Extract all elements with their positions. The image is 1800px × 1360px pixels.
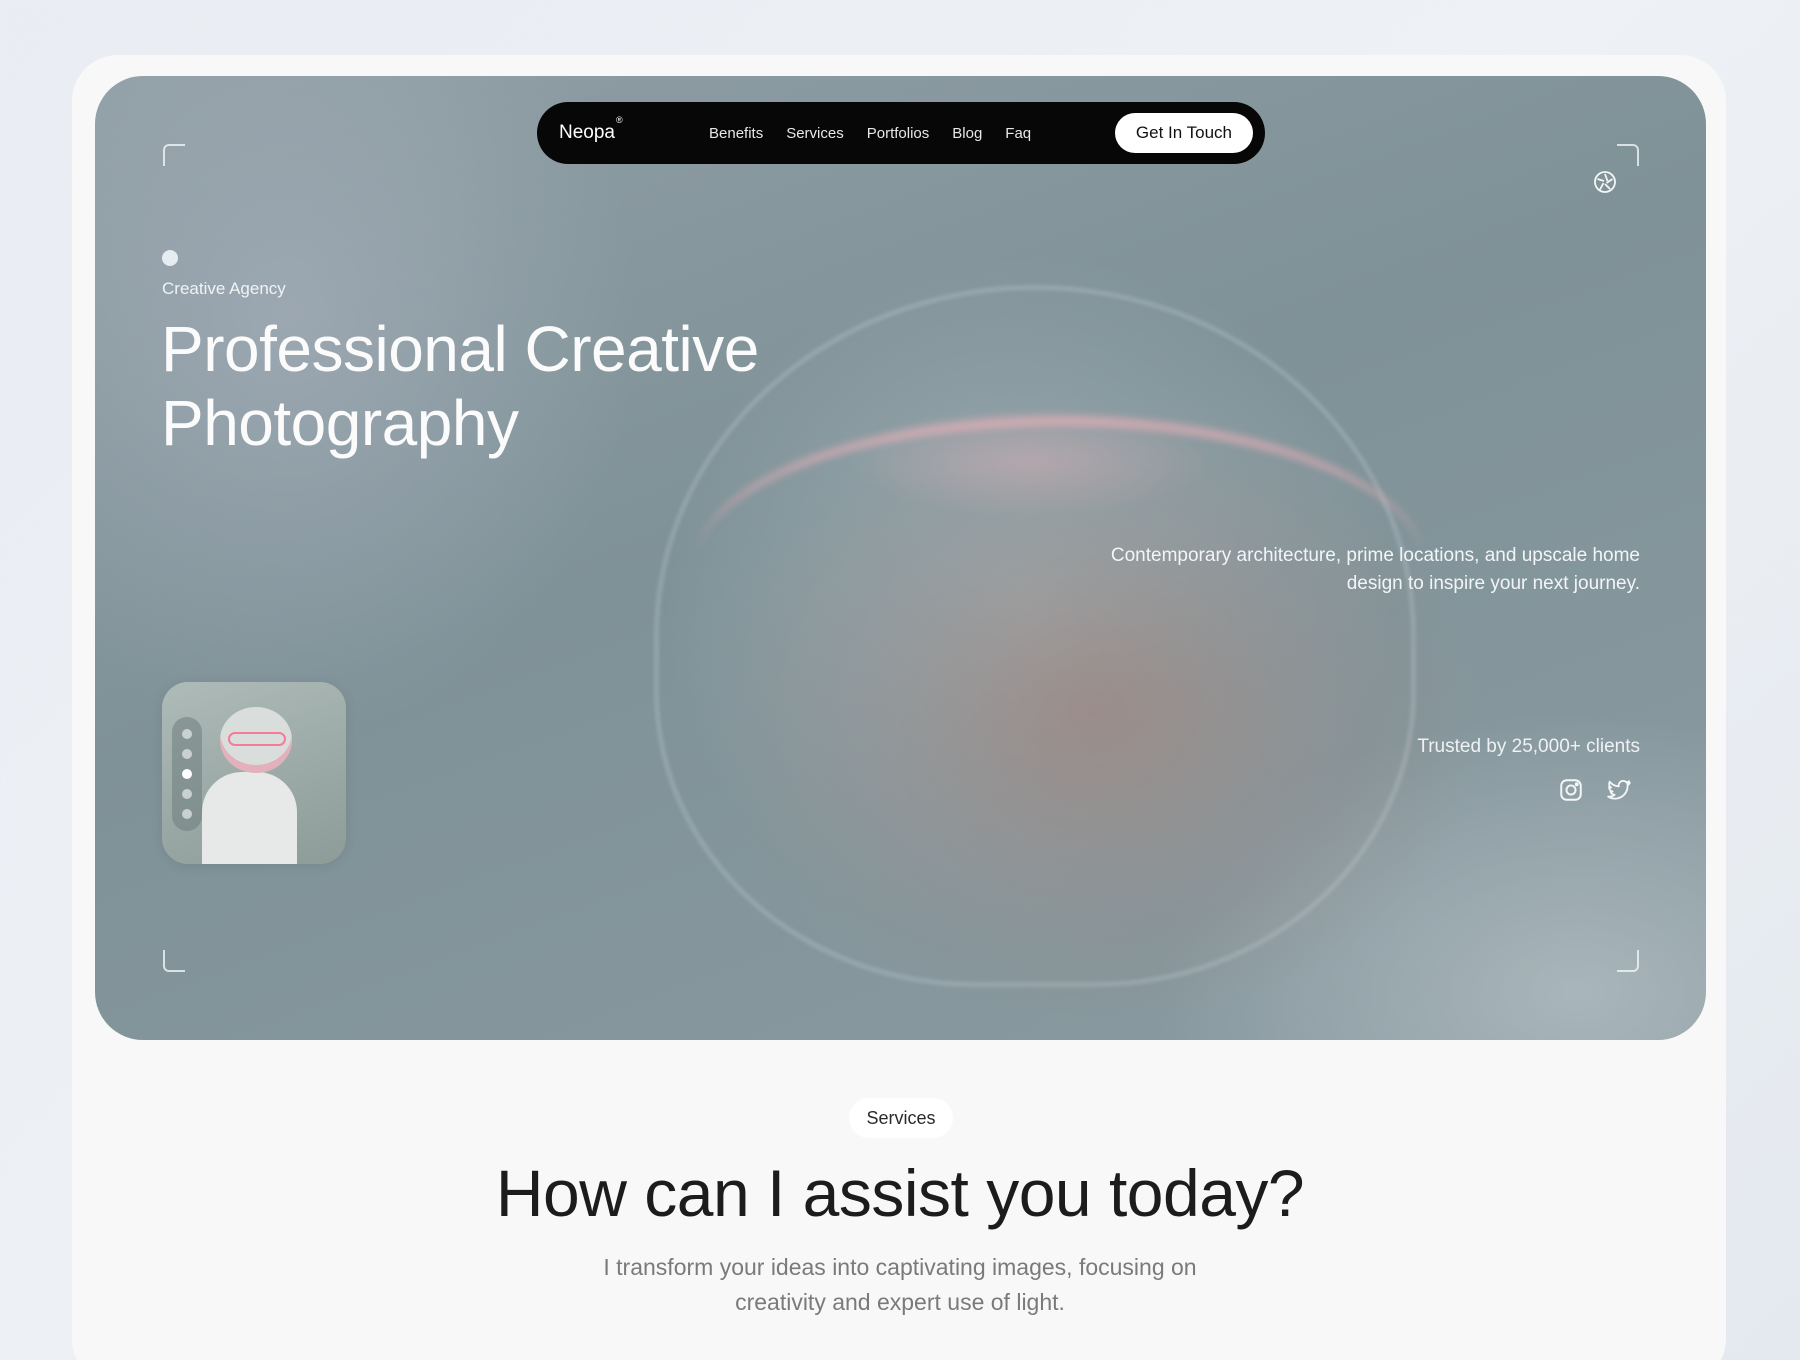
social-links: [1558, 777, 1632, 803]
hero-headline-line-2: Photography: [161, 387, 519, 459]
slider-dot-2[interactable]: [182, 749, 192, 759]
slider-dot-4[interactable]: [182, 789, 192, 799]
services-tag: Services: [849, 1098, 953, 1138]
frame-corner-bottom-right: [1617, 950, 1639, 972]
hero-headline-line-1: Professional Creative: [161, 313, 759, 385]
trust-text: Trusted by 25,000+ clients: [1417, 736, 1640, 757]
nav-link-benefits[interactable]: Benefits: [709, 125, 763, 142]
brand-name: Neopa: [559, 122, 615, 143]
slider-pagination: [172, 717, 202, 831]
nav-link-services[interactable]: Services: [786, 125, 844, 142]
nav-link-blog[interactable]: Blog: [952, 125, 982, 142]
hero-description: Contemporary architecture, prime locatio…: [1110, 545, 1640, 594]
frame-corner-bottom-left: [163, 950, 185, 972]
twitter-icon[interactable]: [1606, 777, 1632, 803]
slider-dot-1[interactable]: [182, 729, 192, 739]
brand-logo[interactable]: Neopa ®: [559, 115, 689, 144]
brand-registered-mark: ®: [616, 115, 623, 125]
nav-links: Benefits Services Portfolios Blog Faq: [709, 125, 1115, 142]
frame-corner-top-left: [163, 144, 185, 166]
frame-corner-top-right: [1617, 144, 1639, 166]
nav-link-faq[interactable]: Faq: [1005, 125, 1031, 142]
thumbnail-figure: [202, 772, 297, 864]
hero-thumbnail-card[interactable]: [162, 682, 346, 864]
top-navbar: Neopa ® Benefits Services Portfolios Blog…: [537, 102, 1265, 164]
instagram-icon[interactable]: [1558, 777, 1584, 803]
hero-headline: Professional Creative Photography: [161, 312, 759, 460]
get-in-touch-button[interactable]: Get In Touch: [1114, 113, 1253, 153]
aperture-icon[interactable]: [1593, 170, 1617, 194]
services-title: How can I assist you today?: [495, 1156, 1305, 1230]
hero-eyebrow: Creative Agency: [162, 279, 286, 298]
nav-link-portfolios[interactable]: Portfolios: [867, 125, 930, 142]
slider-dot-5[interactable]: [182, 809, 192, 819]
services-subtitle: I transform your ideas into captivating …: [603, 1254, 1197, 1315]
slider-dot-3-active[interactable]: [182, 769, 192, 779]
indicator-dot: [162, 250, 178, 266]
thumbnail-visor: [228, 732, 286, 746]
